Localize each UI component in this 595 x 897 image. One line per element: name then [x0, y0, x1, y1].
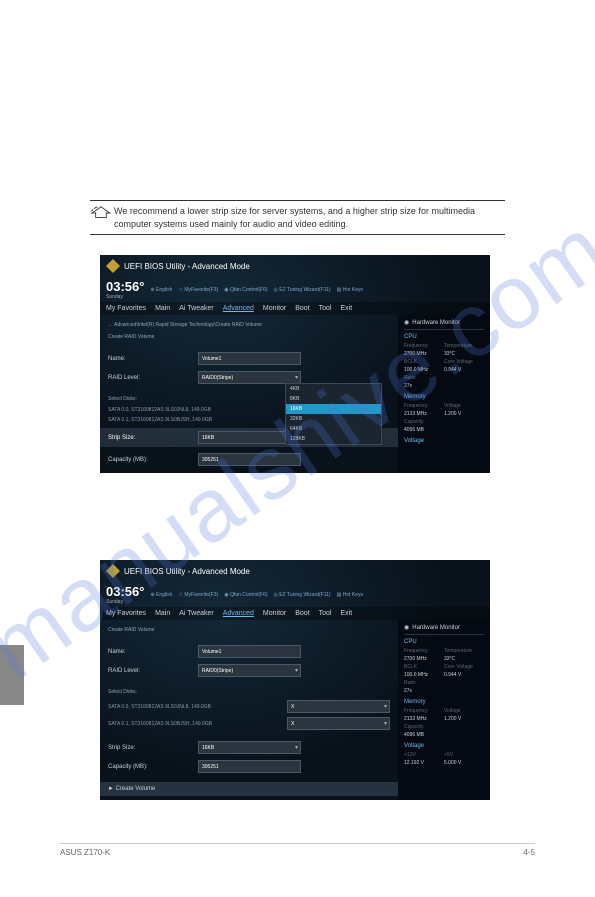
hotkeys-link[interactable]: ▤ Hot Keys: [337, 287, 363, 293]
tab-main[interactable]: Main: [155, 305, 170, 312]
left-panel: ← Advanced\Intel(R) Rapid Storage Techno…: [100, 315, 398, 473]
tab-monitor[interactable]: Monitor: [263, 305, 286, 312]
clock: 03:56: [106, 584, 139, 599]
hardware-monitor-panel: ◉Hardware Monitor CPU FrequencyTemperatu…: [398, 315, 490, 473]
gauge-icon: ◉: [404, 624, 409, 631]
tab-boot[interactable]: Boot: [295, 305, 309, 312]
disk-1-select[interactable]: X: [287, 700, 390, 713]
tab-aitweaker[interactable]: Ai Tweaker: [179, 610, 214, 617]
top-links: ⊕ English ☆ MyFavorite(F3) ◉ Qfan Contro…: [150, 287, 363, 293]
page-footer: ASUS Z170-K 4-5: [60, 843, 535, 857]
tab-myfavorites[interactable]: My Favorites: [106, 610, 146, 617]
clock: 03:56: [106, 279, 139, 294]
strip-option-selected[interactable]: 16KB: [286, 404, 381, 414]
strip-size-label: Strip Size:: [108, 745, 198, 751]
disk-2-select[interactable]: X: [287, 717, 390, 730]
tab-monitor[interactable]: Monitor: [263, 610, 286, 617]
strip-size-dropdown[interactable]: 4KB 8KB 16KB 32KB 64KB 128KB: [285, 383, 382, 445]
bios-title: UEFI BIOS Utility - Advanced Mode: [124, 262, 250, 271]
capacity-field[interactable]: 305251: [198, 453, 301, 466]
asus-logo-icon: [106, 564, 120, 578]
strip-option[interactable]: 128KB: [286, 434, 381, 444]
section-label: Create RAID Volume: [108, 624, 390, 636]
tab-advanced[interactable]: Advanced: [223, 610, 254, 617]
left-panel: Create RAID Volume Name: Volume1 RAID Le…: [100, 620, 398, 800]
hw-voltage-header: Voltage: [404, 434, 484, 446]
note-icon: [90, 205, 114, 230]
hw-cpu-header: CPU: [404, 635, 484, 647]
qfan-link[interactable]: ◉ Qfan Control(F6): [224, 287, 267, 293]
tab-tool[interactable]: Tool: [319, 610, 332, 617]
hotkeys-link[interactable]: ▤ Hot Keys: [337, 592, 363, 598]
strip-option[interactable]: 8KB: [286, 394, 381, 404]
tab-aitweaker[interactable]: Ai Tweaker: [179, 305, 214, 312]
tab-advanced[interactable]: Advanced: [223, 305, 254, 312]
hw-cpu-header: CPU: [404, 330, 484, 342]
menu-bar: My Favorites Main Ai Tweaker Advanced Mo…: [100, 607, 490, 620]
name-label: Name:: [108, 649, 198, 655]
note-box: We recommend a lower strip size for serv…: [90, 200, 505, 235]
raid-level-select[interactable]: RAID0(Stripe): [198, 664, 301, 677]
tab-tool[interactable]: Tool: [319, 305, 332, 312]
strip-option[interactable]: 32KB: [286, 414, 381, 424]
gauge-icon: ◉: [404, 319, 409, 326]
name-field[interactable]: Volume1: [198, 645, 301, 658]
lang-link[interactable]: ⊕ English: [150, 592, 172, 598]
tab-exit[interactable]: Exit: [340, 305, 352, 312]
clock-day: Sunday: [106, 599, 144, 605]
lang-link[interactable]: ⊕ English: [150, 287, 172, 293]
eztuning-link[interactable]: ◎ EZ Tuning Wizard(F11): [274, 287, 331, 293]
hardware-monitor-panel: ◉Hardware Monitor CPU FrequencyTemperatu…: [398, 620, 490, 800]
section-label: Create RAID Volume: [108, 331, 390, 343]
bios-screenshot-2: UEFI BIOS Utility - Advanced Mode 03:56°…: [100, 560, 490, 800]
breadcrumb[interactable]: ← Advanced\Intel(R) Rapid Storage Techno…: [108, 319, 390, 331]
name-label: Name:: [108, 356, 198, 362]
tab-myfavorites[interactable]: My Favorites: [106, 305, 146, 312]
create-volume-button[interactable]: ► Create Volume: [100, 782, 398, 796]
footer-right: 4-5: [523, 848, 535, 857]
menu-bar: My Favorites Main Ai Tweaker Advanced Mo…: [100, 302, 490, 315]
note-text: We recommend a lower strip size for serv…: [114, 205, 505, 230]
page-tab: [0, 645, 24, 705]
top-links: ⊕ English ☆ MyFavorite(F3) ◉ Qfan Contro…: [150, 592, 363, 598]
disk-row-2: SATA 0.1, ST3160812AS 9LS0BJSH, 149.0GBX: [108, 715, 390, 732]
hw-voltage-header: Voltage: [404, 739, 484, 751]
clock-day: Sunday: [106, 294, 144, 300]
raid-label: RAID Level:: [108, 668, 198, 674]
myfavorite-link[interactable]: ☆ MyFavorite(F3): [178, 592, 218, 598]
capacity-field[interactable]: 305251: [198, 760, 301, 773]
disk-row-1: SATA 0.0, ST3160812AS 9LS0JNL8, 149.0GBX: [108, 698, 390, 715]
name-field[interactable]: Volume1: [198, 352, 301, 365]
bios-screenshot-1: UEFI BIOS Utility - Advanced Mode 03:56°…: [100, 255, 490, 473]
eztuning-link[interactable]: ◎ EZ Tuning Wizard(F11): [274, 592, 331, 598]
raid-label: RAID Level:: [108, 375, 198, 381]
myfavorite-link[interactable]: ☆ MyFavorite(F3): [178, 287, 218, 293]
strip-size-label: Strip Size:: [108, 435, 198, 441]
strip-size-select[interactable]: 16KB: [198, 741, 301, 754]
qfan-link[interactable]: ◉ Qfan Control(F6): [224, 592, 267, 598]
select-disks-label: Select Disks:: [108, 686, 390, 698]
hw-memory-header: Memory: [404, 695, 484, 707]
capacity-label: Capacity (MB):: [108, 764, 198, 770]
capacity-label: Capacity (MB):: [108, 457, 198, 463]
tab-boot[interactable]: Boot: [295, 610, 309, 617]
bios-title: UEFI BIOS Utility - Advanced Mode: [124, 567, 250, 576]
strip-option[interactable]: 4KB: [286, 384, 381, 394]
tab-main[interactable]: Main: [155, 610, 170, 617]
asus-logo-icon: [106, 259, 120, 273]
strip-option[interactable]: 64KB: [286, 424, 381, 434]
footer-left: ASUS Z170-K: [60, 848, 110, 857]
tab-exit[interactable]: Exit: [340, 610, 352, 617]
hw-memory-header: Memory: [404, 390, 484, 402]
